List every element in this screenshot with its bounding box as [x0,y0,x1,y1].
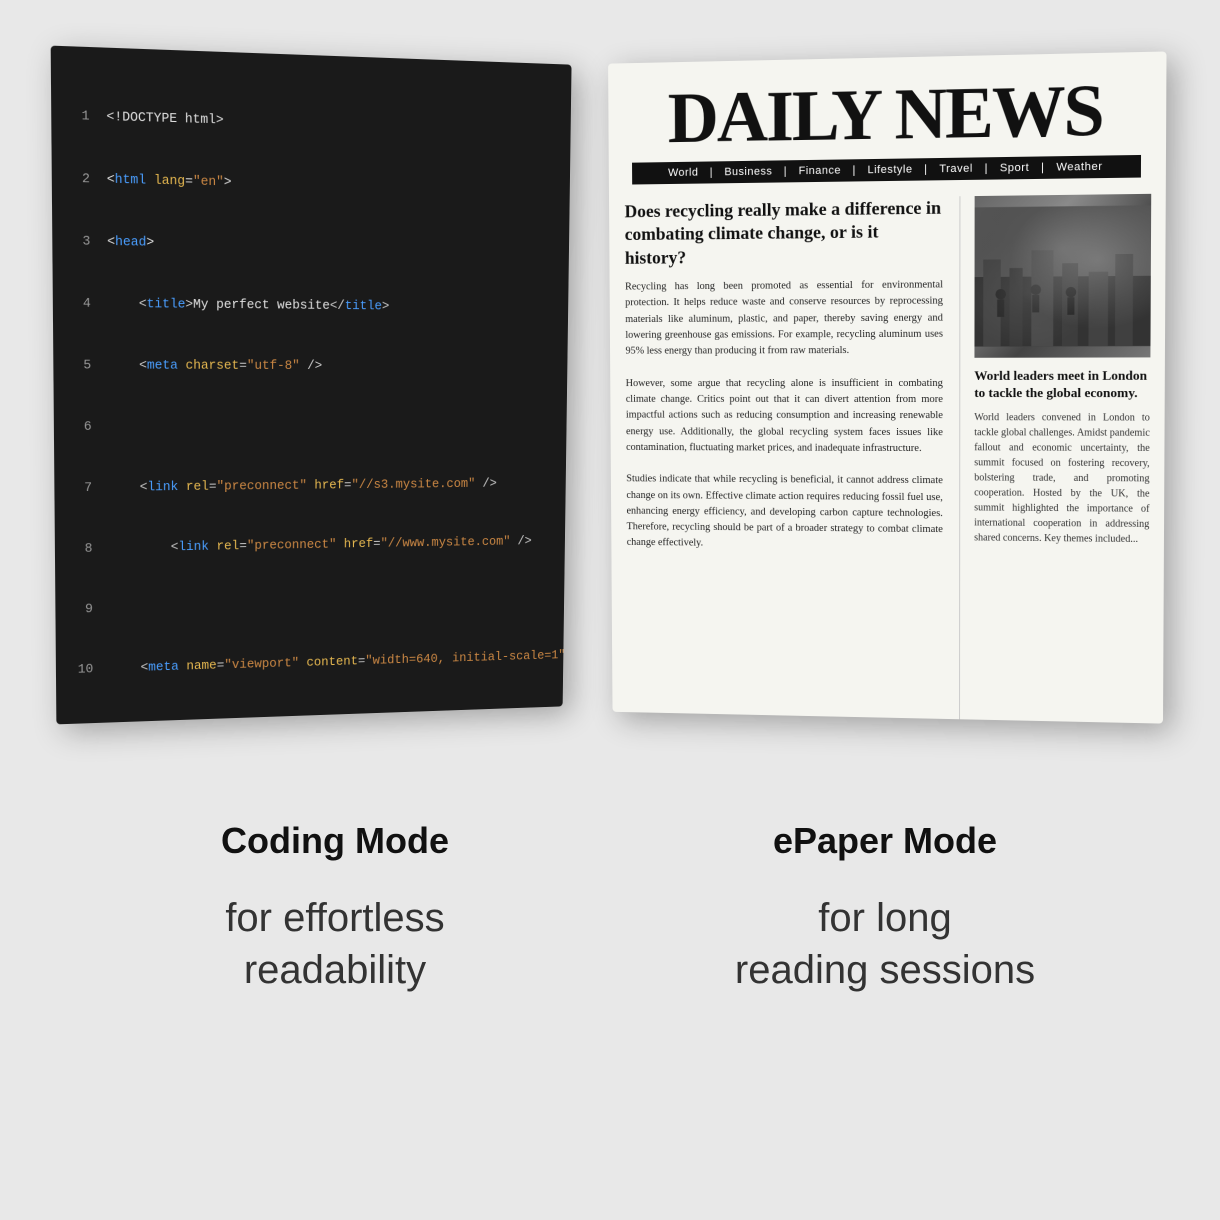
epaper-mode-description: for longreading sessions [735,892,1035,996]
main-article-body: Recycling has long been promoted as esse… [625,277,943,554]
epaper-mode-title: ePaper Mode [773,820,997,862]
code-line-7: 7 <link rel="preconnect" href="//s3.mysi… [75,473,547,498]
newspaper-body: Does recycling really make a difference … [609,177,1166,723]
sidebar-article-body: World leaders convened in London to tack… [974,410,1150,547]
epaper-mode-label-block: ePaper Mode for longreading sessions [610,800,1160,1200]
code-line-3: 3 <head> [73,231,550,259]
news-sidebar-article: World leaders meet in London to tackle t… [960,194,1166,724]
nav-weather[interactable]: Weather [1057,161,1103,174]
code-line-9: 9 [76,589,546,620]
code-line-10: 10 <meta name="viewport" content="width=… [77,646,545,679]
code-line-4: 4 <title>My perfect website</title> [74,293,550,318]
newspaper-masthead: DAILY NEWS [632,73,1142,155]
nav-sep6: | [1041,161,1048,173]
nav-lifestyle[interactable]: Lifestyle [868,163,913,176]
nav-business[interactable]: Business [725,166,773,179]
sidebar-image-inner [974,194,1151,358]
nav-finance[interactable]: Finance [799,165,841,178]
code-line-5: 5 <meta charset="utf-8" /> [74,355,548,376]
nav-travel[interactable]: Travel [939,163,973,176]
code-line-8: 8 <link rel="preconnect" href="//www.mys… [76,531,547,559]
main-article-headline: Does recycling really make a difference … [625,196,944,269]
code-line-2: 2 <html lang="en"> [73,168,551,199]
code-content: 1 <!DOCTYPE html> 2 <html lang="en"> 3 <… [51,46,572,725]
newspaper-header: DAILY NEWS World | Business | Finance | … [608,51,1166,184]
news-main-article: Does recycling really make a difference … [609,196,960,721]
code-line-1: 1 <!DOCTYPE html> [72,105,551,139]
sidebar-article-headline: World leaders meet in London to tackle t… [974,368,1150,402]
nav-world[interactable]: World [668,167,698,179]
nav-sep1: | [710,166,717,178]
code-line-11: 11 [77,703,544,724]
epaper-panel: DAILY NEWS World | Business | Finance | … [608,51,1166,723]
nav-sport[interactable]: Sport [1000,162,1029,175]
nav-sep3: | [853,164,860,176]
nav-sep2: | [784,165,791,177]
sidebar-article-image [974,194,1151,358]
code-line-6: 6 [75,415,548,437]
bottom-section: Coding Mode for effortlessreadability eP… [0,780,1220,1220]
nav-sep5: | [985,162,992,174]
coding-panel: 1 <!DOCTYPE html> 2 <html lang="en"> 3 <… [51,46,572,725]
top-section: 1 <!DOCTYPE html> 2 <html lang="en"> 3 <… [0,0,1220,780]
nav-sep4: | [924,163,931,175]
coding-mode-description: for effortlessreadability [225,892,444,996]
coding-mode-label-block: Coding Mode for effortlessreadability [60,800,610,1200]
coding-mode-title: Coding Mode [221,820,449,862]
